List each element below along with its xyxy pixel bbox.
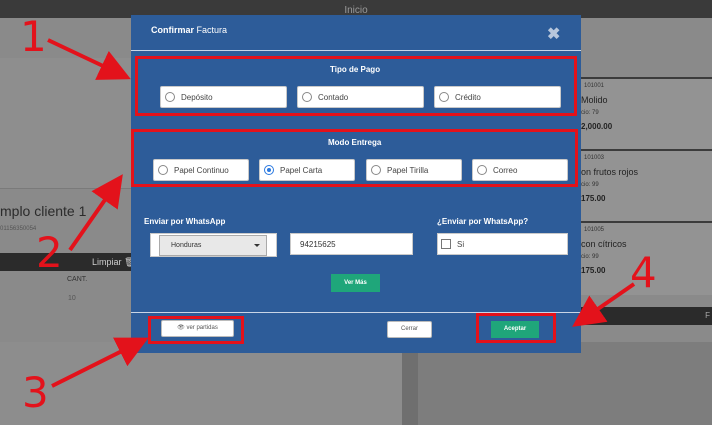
annotation-label-3: 3 bbox=[22, 368, 49, 417]
arrow-3 bbox=[51, 337, 149, 388]
arrow-2 bbox=[68, 174, 123, 252]
arrow-1 bbox=[47, 38, 131, 80]
annotation-label-2: 2 bbox=[36, 228, 63, 277]
annotation-label-4: 4 bbox=[630, 248, 657, 297]
annotation-arrows bbox=[47, 38, 636, 388]
annotation-label-1: 1 bbox=[20, 12, 47, 61]
arrow-4 bbox=[572, 282, 636, 327]
